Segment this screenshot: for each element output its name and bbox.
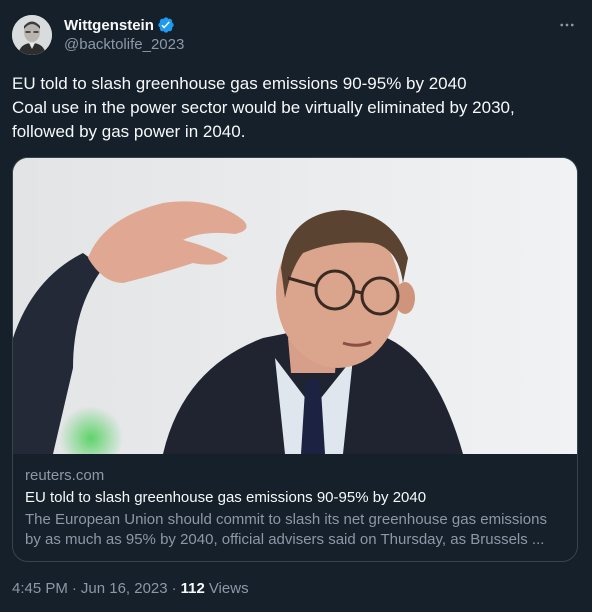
tweet-text: EU told to slash greenhouse gas emission… bbox=[12, 72, 580, 144]
tweet-date[interactable]: Jun 16, 2023 bbox=[81, 580, 168, 597]
tweet-footer: 4:45 PM · Jun 16, 2023 · 112 Views bbox=[12, 578, 249, 598]
tweet-time[interactable]: 4:45 PM bbox=[12, 580, 68, 597]
tweet-text-line: followed by gas power in 2040. bbox=[12, 122, 246, 141]
link-description: The European Union should commit to slas… bbox=[25, 510, 565, 550]
link-title: EU told to slash greenhouse gas emission… bbox=[25, 489, 427, 506]
footer-separator: · bbox=[71, 579, 77, 597]
avatar[interactable] bbox=[12, 15, 52, 55]
link-preview-meta[interactable]: reuters.com EU told to slash greenhouse … bbox=[25, 466, 565, 550]
link-preview-image[interactable] bbox=[13, 158, 577, 454]
views-label[interactable]: Views bbox=[209, 580, 249, 597]
link-description-line: The European Union should commit to slas… bbox=[25, 511, 547, 528]
tweet-text-line: Coal use in the power sector would be vi… bbox=[12, 98, 515, 117]
more-horizontal-icon bbox=[560, 23, 574, 27]
verified-badge-icon bbox=[157, 16, 175, 34]
author-name-row[interactable]: Wittgenstein bbox=[64, 16, 175, 34]
link-domain: reuters.com bbox=[25, 467, 105, 484]
footer-separator: · bbox=[171, 579, 177, 597]
link-preview-card[interactable]: reuters.com EU told to slash greenhouse … bbox=[12, 157, 578, 562]
more-options-button[interactable] bbox=[556, 14, 578, 36]
author-display-name[interactable]: Wittgenstein bbox=[64, 17, 154, 34]
tweet-text-line: EU told to slash greenhouse gas emission… bbox=[12, 74, 467, 93]
views-count[interactable]: 112 bbox=[181, 580, 205, 597]
author-handle[interactable]: @backtolife_2023 bbox=[64, 36, 184, 53]
tweet[interactable]: Wittgenstein @backtolife_2023 EU told to… bbox=[0, 0, 592, 612]
link-description-line: by as much as 95% by 2040, official advi… bbox=[25, 531, 545, 548]
